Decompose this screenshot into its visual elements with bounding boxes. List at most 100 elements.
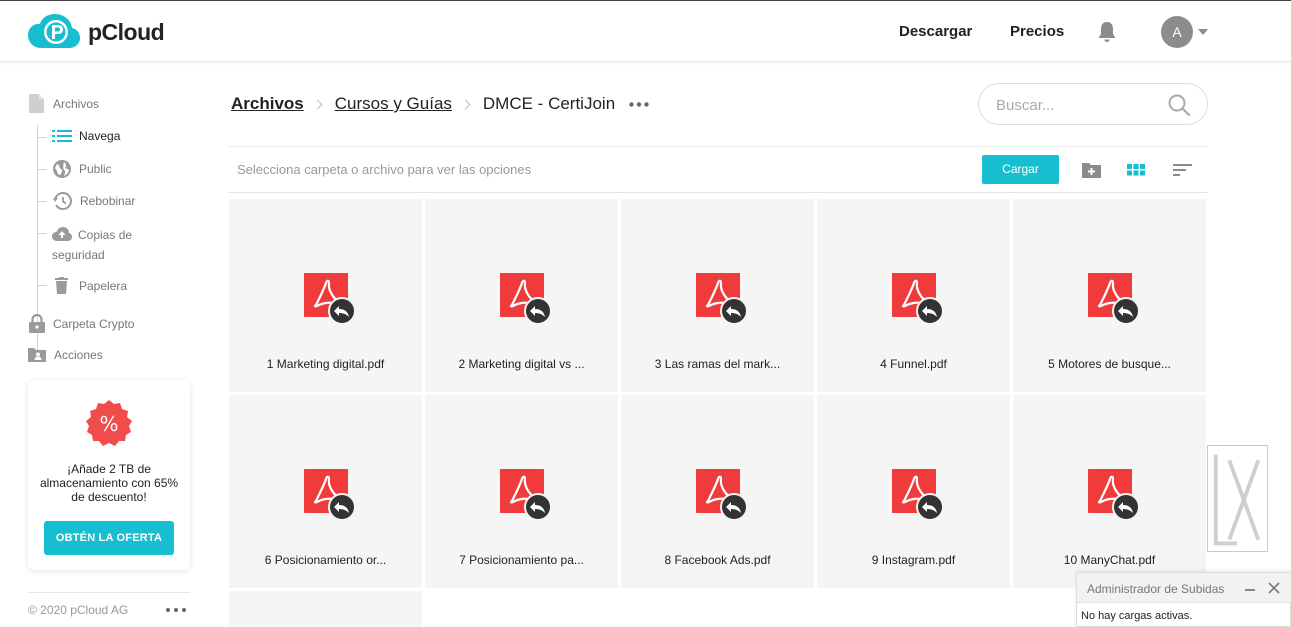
pdf-shared-icon [892,273,944,325]
avatar[interactable]: A [1161,16,1193,48]
file-tile[interactable]: 3 Las ramas del mark... [621,199,814,392]
globe-icon [53,160,71,178]
file-tile[interactable]: 5 Motores de busque... [1013,199,1206,392]
sidebar-item-browse[interactable]: Navega [52,129,120,143]
sidebar-item-label: Rebobinar [80,194,136,208]
file-name: 8 Facebook Ads.pdf [664,553,771,567]
file-tile[interactable]: 4 Funnel.pdf [817,199,1010,392]
more-icon[interactable] [629,101,649,107]
file-tile[interactable]: 6 Posicionamiento or... [229,395,422,588]
pcloud-logo[interactable]: pCloud [28,14,165,50]
sort-icon[interactable] [1172,159,1194,181]
file-name: 7 Posicionamiento pa... [459,553,584,567]
search-input[interactable] [996,94,1166,116]
pdf-shared-icon [696,469,748,521]
upload-status: No hay cargas activas. [1081,610,1193,622]
chevron-down-icon[interactable] [1198,29,1208,35]
pdf-shared-icon [304,273,356,325]
sidebar-item-label: Copias de [78,228,133,242]
pdf-shared-icon [696,273,748,325]
bell-icon[interactable] [1097,21,1117,43]
file-tile[interactable]: 7 Posicionamiento pa... [425,395,618,588]
search-box [978,83,1208,125]
chevron-right-icon [312,99,323,109]
close-icon[interactable] [1268,582,1280,594]
discount-badge-icon: % [86,400,132,446]
file-tile[interactable]: 10 ManyChat.pdf [1013,395,1206,588]
lock-icon [29,314,45,333]
file-name: 3 Las ramas del mark... [654,357,781,371]
shared-folder-icon [28,348,46,362]
file-name: 5 Motores de busque... [1048,357,1171,371]
pdf-shared-icon [892,469,944,521]
chevron-right-icon [460,99,471,109]
file-tile[interactable]: 8 Facebook Ads.pdf [621,395,814,588]
minimize-icon[interactable] [1245,589,1255,591]
download-link[interactable]: Descargar [899,23,972,40]
file-icon [29,94,44,113]
selection-hint: Selecciona carpeta o archivo para ver la… [237,162,532,177]
sidebar-item-public[interactable]: Public [53,160,112,178]
history-icon [53,192,72,210]
breadcrumb-parent[interactable]: Cursos y Guías [335,94,452,114]
upload-manager-header[interactable]: Administrador de Subidas [1077,573,1291,603]
file-name: 4 Funnel.pdf [880,357,947,371]
tree-branch [37,201,47,202]
breadcrumb-current: DMCE - CertiJoin [482,94,616,113]
file-toolbar: Selecciona carpeta o archivo para ver la… [228,146,1208,193]
lx-watermark-icon [1207,445,1268,552]
cloud-upload-icon [52,227,72,241]
sidebar-item-label: seguridad [52,248,105,262]
sidebar-item-backups[interactable]: Copias de seguridad [52,225,132,265]
sidebar-item-label: Papelera [79,278,128,293]
pdf-shared-icon [500,469,552,521]
get-offer-button[interactable]: OBTÉN LA OFERTA [44,521,174,555]
sidebar-item-crypto[interactable]: Carpeta Crypto [29,314,134,333]
sidebar-item-label: Archivos [53,96,100,111]
grid-view-icon[interactable] [1125,159,1147,181]
upload-button[interactable]: Cargar [982,155,1059,184]
pdf-shared-icon [1088,469,1140,521]
file-tile[interactable] [229,591,422,627]
pdf-shared-icon [304,469,356,521]
breadcrumb: Archivos Cursos y Guías DMCE - CertiJoin [231,94,649,114]
tree-branch [37,137,47,138]
file-name: 10 ManyChat.pdf [1063,553,1156,567]
divider [28,592,190,593]
sidebar-item-trash[interactable]: Papelera [55,277,127,294]
sidebar-item-label: Navega [79,129,121,143]
file-name: 1 Marketing digital.pdf [266,357,385,371]
pcloud-logo-icon [28,14,80,48]
file-name: 9 Instagram.pdf [871,553,956,567]
file-tile[interactable]: 2 Marketing digital vs ... [425,199,618,392]
pdf-shared-icon [500,273,552,325]
sidebar: Archivos Navega Public Rebobinar Copias … [0,63,210,627]
sidebar-item-rewind[interactable]: Rebobinar [53,192,135,210]
breadcrumb-root[interactable]: Archivos [231,94,304,114]
tree-branch [37,233,47,234]
upload-manager-title: Administrador de Subidas [1087,582,1225,596]
file-name: 2 Marketing digital vs ... [458,357,585,371]
sidebar-item-shares[interactable]: Acciones [28,347,103,362]
tree-branch [37,285,47,286]
search-icon[interactable] [1168,94,1190,116]
brand-name: pCloud [88,18,165,45]
list-icon [52,130,72,142]
promo-text: ¡Añade 2 TB de almacenamiento con 65% de… [39,462,179,504]
promo-card: % ¡Añade 2 TB de almacenamiento con 65% … [28,380,190,570]
trash-icon [55,277,68,294]
more-icon[interactable] [166,608,186,612]
file-tile[interactable]: 9 Instagram.pdf [817,395,1010,588]
pricing-link[interactable]: Precios [1010,23,1064,40]
sidebar-item-files[interactable]: Archivos [28,94,99,113]
file-tile[interactable]: 1 Marketing digital.pdf [229,199,422,392]
new-folder-icon[interactable] [1081,159,1103,181]
tree-branch [37,169,47,170]
sidebar-item-label: Acciones [54,347,103,362]
discount-badge-label: % [99,412,118,436]
file-name: 6 Posicionamiento or... [264,553,387,567]
sidebar-item-label: Public [79,162,112,176]
copyright: © 2020 pCloud AG [28,603,129,617]
top-header: pCloud Descargar Precios A [0,0,1291,62]
sidebar-item-label: Carpeta Crypto [53,316,135,331]
